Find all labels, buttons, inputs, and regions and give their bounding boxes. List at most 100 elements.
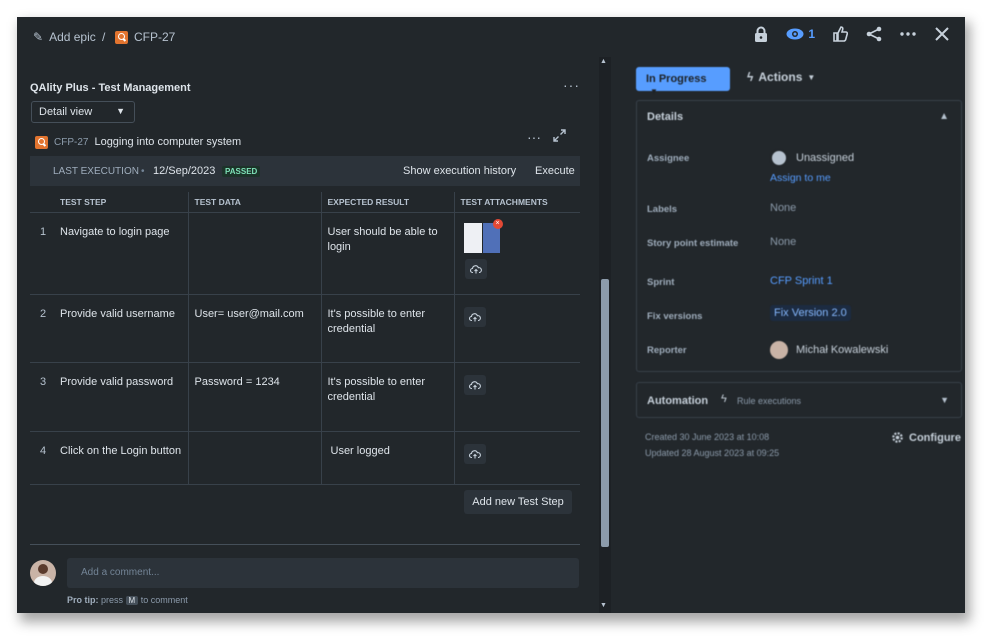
column-header: TEST STEP [30,192,189,213]
test-case-key[interactable]: CFP-27 [54,137,88,148]
comment-input[interactable]: Add a comment... [67,558,579,588]
expected-result-cell[interactable]: It's possible to enter credential [321,362,455,432]
assignee-label: Assignee [647,153,690,164]
gear-icon [892,432,903,443]
sprint-value[interactable]: CFP Sprint 1 [770,275,833,287]
actions-button[interactable]: ϟ Actions ▼ [747,70,815,84]
chevron-down-icon: ▼ [940,395,949,405]
attachment-thumbnail[interactable]: × [463,219,503,253]
panel-more-icon[interactable]: ··· [563,77,580,93]
expected-result-cell[interactable]: User should be able to login [321,212,455,295]
expand-icon[interactable] [553,129,566,145]
last-execution-bar: LAST EXECUTION • 12/Sep/2023 PASSED Show… [30,156,580,186]
fix-versions-label: Fix versions [647,311,703,322]
test-data-cell[interactable]: Password = 1234 [188,362,322,432]
more-icon[interactable] [899,25,917,43]
watch-count: 1 [808,27,815,41]
lock-icon[interactable] [752,25,770,43]
scrollbar-thumb[interactable] [601,279,609,547]
chevron-down-icon: ▼ [116,106,125,116]
eye-icon [786,28,804,40]
issue-window: ✎ Add epic / CFP-27 1 QAlity Plus - Test… [17,17,965,613]
add-test-step-button[interactable]: Add new Test Step [464,490,572,514]
separator-dot: • [141,166,145,177]
view-select[interactable]: Detail view ▼ [31,101,135,123]
fix-version-chip[interactable]: Fix Version 2.0 [770,305,851,321]
chevron-up-icon[interactable]: ▲ [939,111,949,122]
issue-key-label: CFP-27 [134,30,176,44]
column-header: TEST DATA [188,192,322,213]
status-button[interactable]: In Progress ▼ [636,67,730,96]
step-text: Provide valid username [60,308,175,320]
table-header-row: TEST STEP TEST DATA EXPECTED RESULT TEST… [30,192,580,213]
attachments-cell [454,294,580,363]
pro-tip-label: Pro tip: [67,595,99,605]
details-title[interactable]: Details [647,111,683,123]
step-number: 2 [40,308,47,320]
column-header: TEST ATTACHMENTS [454,192,580,213]
scroll-down-icon[interactable]: ▼ [600,602,607,609]
assignee-name: Unassigned [796,151,855,164]
upload-attachment-button[interactable] [464,259,487,279]
assign-to-me-link[interactable]: Assign to me [770,172,831,184]
test-data-cell[interactable] [188,431,322,485]
scroll-up-icon[interactable]: ▲ [600,58,607,65]
issue-key-link[interactable]: CFP-27 [115,30,175,44]
step-cell: 3 Provide valid password [30,362,189,432]
table-row[interactable]: 4 Click on the Login button User logged [30,431,580,485]
test-data-cell[interactable] [188,212,322,295]
attachments-cell [454,431,580,485]
pro-tip-key: M [125,596,139,605]
step-text: Navigate to login page [60,226,170,238]
cloud-upload-icon [468,381,481,390]
upload-attachment-button[interactable] [463,375,486,395]
table-row[interactable]: 3 Provide valid password Password = 1234 … [30,362,580,432]
configure-label: Configure [909,431,961,444]
test-data-cell[interactable]: User= user@mail.com [188,294,322,363]
reporter-label: Reporter [647,345,687,356]
automation-panel[interactable]: Automation ϟ Rule executions ▼ [636,382,962,418]
issue-header: ✎ Add epic / CFP-27 1 [17,17,965,57]
automation-title: Automation [647,395,709,407]
remove-attachment-icon[interactable]: × [492,219,503,229]
test-case-more-icon[interactable]: ··· [527,129,541,145]
table-row[interactable]: 1 Navigate to login page User should be a… [30,212,580,295]
show-execution-history-button[interactable]: Show execution history [403,165,516,177]
thumbs-up-icon[interactable] [831,25,849,43]
upload-attachment-button[interactable] [463,307,486,327]
fix-versions-value[interactable]: Fix Version 2.0 [770,305,851,321]
upload-attachment-button[interactable] [463,444,486,464]
avatar [770,341,788,359]
view-select-value: Detail view [39,106,93,118]
labels-value[interactable]: None [770,202,796,214]
status-badge: PASSED [222,166,261,177]
expected-result-cell[interactable]: User logged [321,431,455,485]
labels-label: Labels [647,204,678,215]
attachments-cell: × [454,212,580,295]
expected-result-cell[interactable]: It's possible to enter credential [321,294,455,363]
story-points-value[interactable]: None [770,236,796,248]
watch-button[interactable]: 1 [786,27,815,41]
table-row[interactable]: 2 Provide valid username User= user@mail.… [30,294,580,363]
section-divider [30,544,580,545]
panel-title: QAlity Plus - Test Management [30,82,191,94]
breadcrumb: / [102,30,105,44]
issue-sidebar: In Progress ▼ ϟ Actions ▼ Details ▲ Assi… [629,57,965,613]
reporter-name: Michał Kowalewski [796,343,889,356]
cloud-upload-icon [468,313,481,322]
step-number: 1 [40,226,47,238]
share-icon[interactable] [865,25,883,43]
column-header: EXPECTED RESULT [321,192,455,213]
last-execution-label: LAST EXECUTION [53,166,139,177]
configure-button[interactable]: Configure [891,431,961,444]
created-date: Created 30 June 2023 at 10:08 [645,432,770,442]
pro-tip-rest: to comment [140,595,188,605]
test-case-actions: ··· [527,129,566,145]
assignee-value[interactable]: Unassigned [770,149,854,167]
reporter-value[interactable]: Michał Kowalewski [770,341,888,359]
test-case-row: CFP-27 Logging into computer system [35,134,580,150]
add-epic-link[interactable]: ✎ Add epic [33,30,96,44]
execute-button[interactable]: Execute [535,165,575,177]
step-cell: 1 Navigate to login page [30,212,189,295]
close-icon[interactable] [933,25,951,43]
